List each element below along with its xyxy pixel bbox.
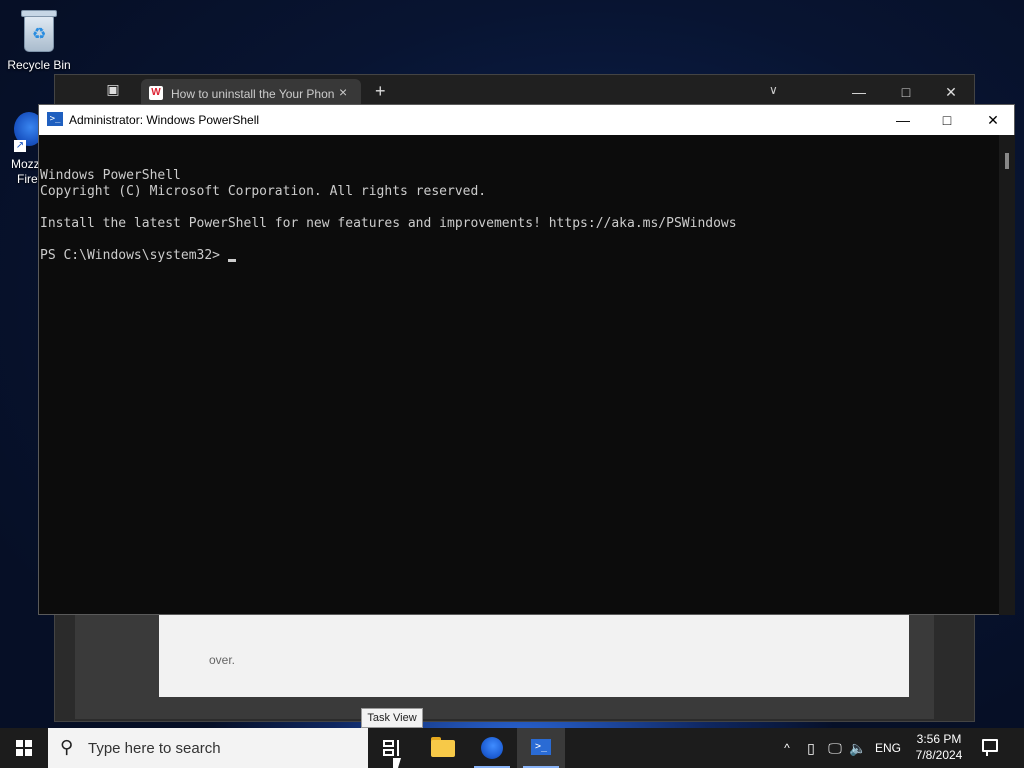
browser-tab-title: How to uninstall the Your Phon [171,87,335,101]
console-prompt-line[interactable]: PS C:\Windows\system32> [40,248,999,264]
console-prompt: PS C:\Windows\system32> [40,248,228,263]
powershell-taskbar-button[interactable]: >_ [517,728,565,768]
site-favicon-icon: W [149,86,163,100]
search-icon: ⚲ [60,737,74,757]
recycle-bin-shortcut[interactable]: ♻ Recycle Bin [4,8,74,73]
shortcut-arrow-icon: ↗ [14,140,26,152]
start-button[interactable] [0,728,48,768]
powershell-console[interactable]: Windows PowerShell Copyright (C) Microsof… [39,135,999,615]
task-view-icon-part [383,749,394,756]
folder-icon [431,740,455,757]
show-hidden-icons-button[interactable]: ^ [778,728,796,768]
firefox-desktop-label-1: Mozz [11,157,40,171]
powershell-title: Administrator: Windows PowerShell [69,113,260,127]
powershell-titlebar[interactable]: >_ Administrator: Windows PowerShell — □… [39,105,1014,135]
volume-muted-icon[interactable]: 🔈 [848,728,868,768]
powershell-close-button[interactable]: ✕ [970,105,1016,135]
text-cursor [227,259,236,262]
usb-device-icon[interactable]: ▯ [802,728,820,768]
firefox-taskbar-button[interactable] [468,728,516,768]
task-view-tooltip: Task View [361,708,423,728]
web-page-card: over. [159,615,909,697]
browser-minimize-button[interactable]: — [844,81,874,103]
browser-close-button[interactable]: ✕ [936,81,966,103]
firefox-icon [481,737,503,759]
browser-tab[interactable]: W How to uninstall the Your Phon × [141,79,361,107]
network-icon[interactable]: 🖵 [825,728,845,768]
notification-center-button[interactable] [980,736,1002,758]
powershell-window[interactable]: >_ Administrator: Windows PowerShell — □… [38,104,1015,615]
clock-date: 7/8/2024 [915,748,963,762]
browser-tab-bar: ▣ W How to uninstall the Your Phon × + ∨… [55,75,974,107]
mouse-pointer-icon [393,758,401,768]
browser-maximize-button[interactable]: □ [891,81,921,103]
console-scrollbar[interactable] [999,135,1015,615]
language-indicator[interactable]: ENG [872,728,904,768]
task-view-button[interactable] [368,728,416,768]
notification-icon-tail [986,751,991,756]
tab-close-button[interactable]: × [339,84,353,100]
powershell-maximize-button[interactable]: □ [924,105,970,135]
tab-actions-icon[interactable]: ▣ [99,81,127,103]
tab-list-button[interactable]: ∨ [769,83,778,97]
scrollbar-thumb[interactable] [1005,153,1009,169]
powershell-minimize-button[interactable]: — [880,105,926,135]
taskbar: ⚲ Type here to search >_ ^ ▯ 🖵 🔈 ENG 3:5… [0,728,1024,768]
windows-logo-icon [16,740,32,756]
recycle-bin-label: Recycle Bin [7,58,71,72]
web-page-text: over. [209,653,236,667]
taskbar-search-box[interactable]: ⚲ Type here to search [48,728,368,768]
file-explorer-button[interactable] [419,728,467,768]
task-view-icon [383,740,394,747]
new-tab-button[interactable]: + [375,82,391,100]
task-view-icon-part [397,740,400,756]
console-line: Install the latest PowerShell for new fe… [40,216,737,231]
clock-time: 3:56 PM [916,732,962,746]
console-line: Copyright (C) Microsoft Corporation. All… [40,184,487,199]
recycle-bin-icon: ♻ [20,8,58,54]
powershell-taskbar-icon: >_ [531,739,551,755]
clock[interactable]: 3:56 PM 7/8/2024 [906,731,972,765]
powershell-icon: >_ [47,112,63,126]
console-line: Windows PowerShell [40,168,181,183]
search-placeholder: Type here to search [88,740,221,757]
